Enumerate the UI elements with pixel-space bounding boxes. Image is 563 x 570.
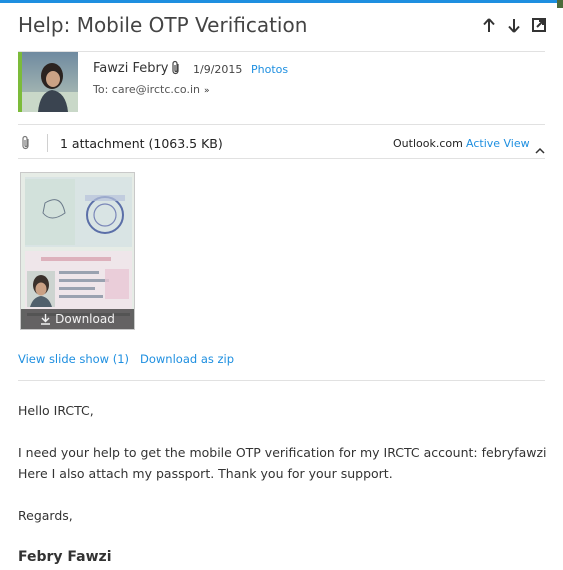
chevron-up-icon[interactable] (535, 139, 545, 158)
arrow-up-icon[interactable] (481, 16, 497, 34)
thumbnail-download-bar[interactable]: Download (21, 309, 134, 329)
message-signature: Febry Fawzi (18, 549, 112, 565)
popout-icon[interactable] (531, 16, 547, 34)
message-line: Here I also attach my passport. Thank yo… (18, 466, 393, 481)
sent-date: 1/9/2015 (193, 63, 243, 76)
sender-divider (18, 124, 545, 125)
message-subject: Help: Mobile OTP Verification (18, 13, 308, 37)
top-accent-bar (0, 0, 563, 3)
message-line: I need your help to get the mobile OTP v… (18, 445, 547, 460)
passport-image (21, 173, 134, 329)
active-view-link[interactable]: Active View (466, 137, 530, 150)
corner-thumbnail (557, 0, 563, 8)
download-button-label: Download (55, 312, 115, 326)
slide-show-link[interactable]: View slide show (1) (18, 352, 129, 366)
attachment-clip-icon (20, 135, 32, 155)
provider-label: Outlook.com (393, 137, 463, 150)
attachment-count: 1 attachment (1063.5 KB) (60, 136, 223, 151)
arrow-down-icon[interactable] (506, 16, 522, 34)
recipient-line[interactable]: To: care@irctc.co.in » (93, 83, 210, 96)
message-navigation (481, 16, 547, 34)
attachment-separator (47, 134, 48, 152)
attachment-indicator-icon (170, 60, 182, 80)
body-divider (18, 380, 545, 381)
photos-link[interactable]: Photos (251, 63, 288, 76)
attachment-thumbnail[interactable]: Download (20, 172, 135, 330)
download-zip-link[interactable]: Download as zip (140, 352, 234, 366)
download-icon (41, 314, 51, 325)
recipient-text: To: care@irctc.co.in (93, 83, 200, 96)
avatar[interactable] (22, 52, 78, 112)
header-divider (18, 51, 545, 52)
chevron-down-icon[interactable]: » (204, 86, 210, 96)
attachment-divider (18, 158, 545, 159)
message-closing: Regards, (18, 508, 73, 523)
message-greeting: Hello IRCTC, (18, 403, 94, 418)
sender-name[interactable]: Fawzi Febry (93, 61, 169, 76)
